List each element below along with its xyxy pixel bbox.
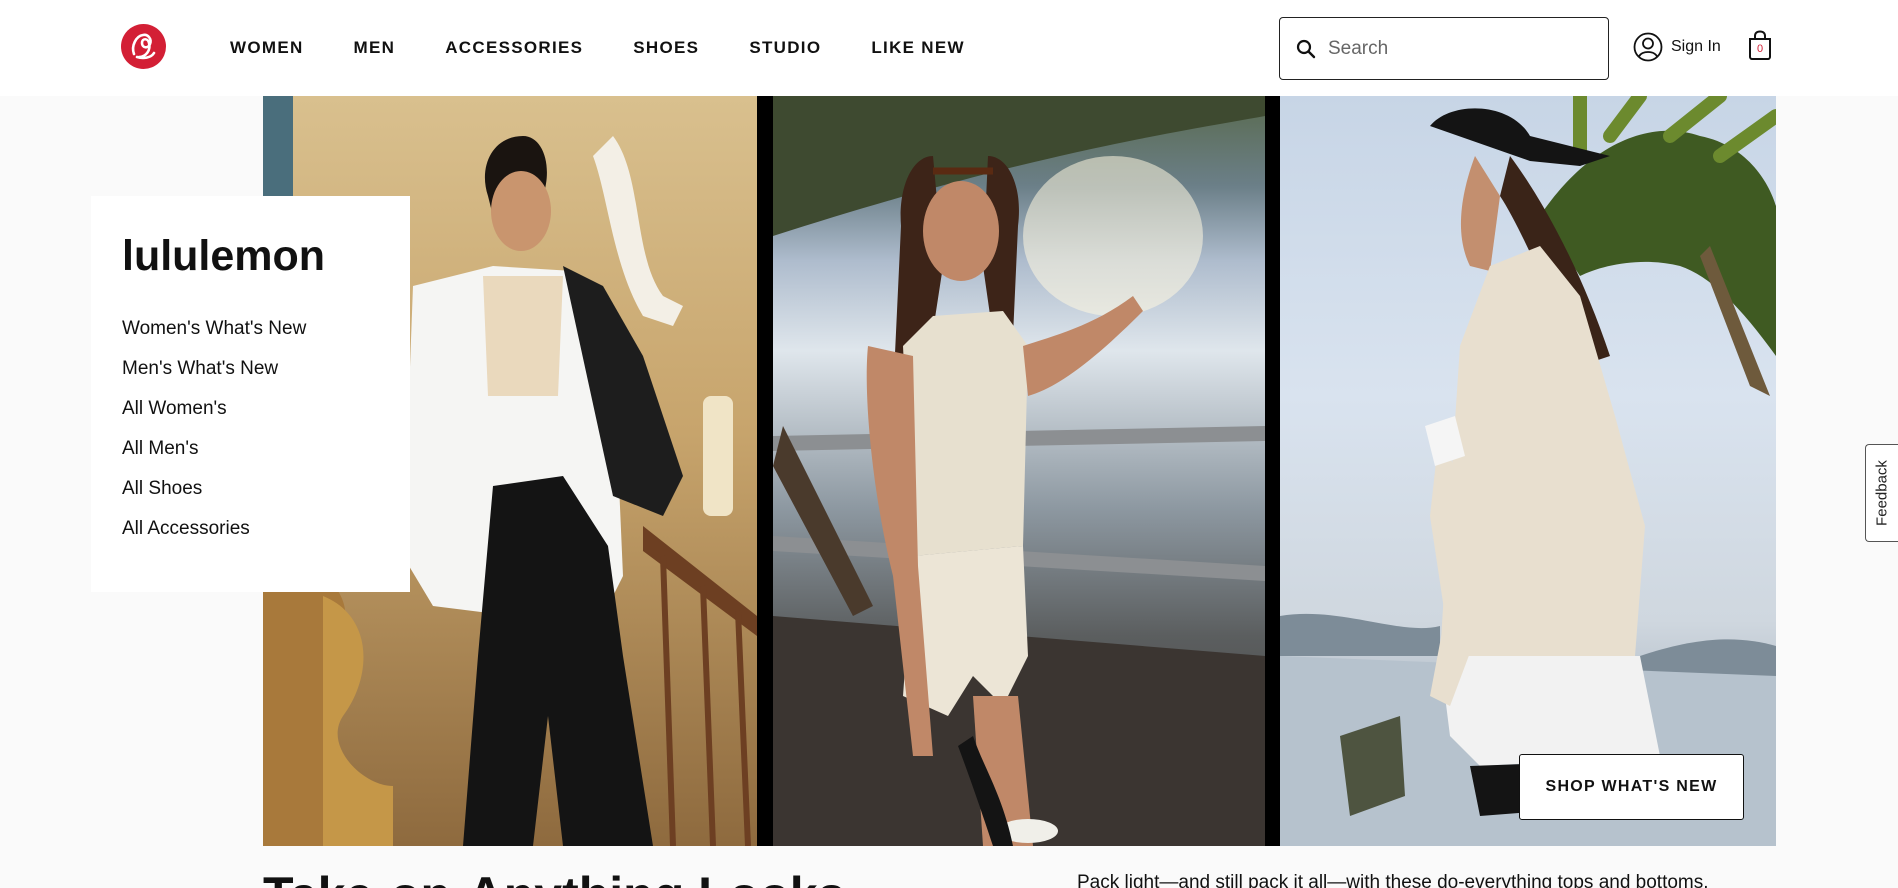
link-mens-whats-new[interactable]: Men's What's New	[122, 349, 306, 389]
cart-count: 0	[1756, 43, 1764, 55]
feedback-tab[interactable]: Feedback	[1865, 444, 1898, 542]
nav-studio[interactable]: STUDIO	[749, 38, 821, 60]
nav-shoes[interactable]: SHOES	[633, 38, 699, 60]
lululemon-logo-icon[interactable]	[121, 24, 166, 69]
nav-women[interactable]: WOMEN	[230, 38, 304, 60]
link-all-shoes[interactable]: All Shoes	[122, 469, 306, 509]
shopping-bag-button[interactable]: 0	[1747, 30, 1773, 65]
section-headline: Take-on-Anything Looks	[263, 866, 845, 888]
link-all-accessories[interactable]: All Accessories	[122, 509, 306, 549]
user-icon	[1633, 32, 1663, 62]
category-card: lululemon Women's What's New Men's What'…	[91, 196, 410, 592]
sign-in-button[interactable]: Sign In	[1633, 32, 1721, 62]
section-subcopy: Pack light—and still pack it all—with th…	[1077, 872, 1709, 888]
sign-in-label: Sign In	[1671, 38, 1721, 55]
category-links: Women's What's New Men's What's New All …	[122, 309, 306, 549]
link-womens-whats-new[interactable]: Women's What's New	[122, 309, 306, 349]
link-all-mens[interactable]: All Men's	[122, 429, 306, 469]
nav-men[interactable]: MEN	[354, 38, 396, 60]
search-input[interactable]	[1328, 30, 1588, 68]
feedback-label: Feedback	[1873, 460, 1891, 526]
hero-image-right	[1280, 96, 1776, 846]
nav-like-new[interactable]: LIKE NEW	[871, 38, 965, 60]
site-header: WOMEN MEN ACCESSORIES SHOES STUDIO LIKE …	[0, 0, 1898, 96]
main-nav: WOMEN MEN ACCESSORIES SHOES STUDIO LIKE …	[230, 38, 1015, 60]
link-all-womens[interactable]: All Women's	[122, 389, 306, 429]
search-icon	[1296, 39, 1316, 59]
hero-image-center	[772, 96, 1265, 846]
hero-banner	[263, 96, 1776, 846]
nav-accessories[interactable]: ACCESSORIES	[445, 38, 583, 60]
search-box[interactable]	[1279, 17, 1609, 80]
shop-whats-new-button[interactable]: SHOP WHAT'S NEW	[1519, 754, 1744, 820]
card-brand-title: lululemon	[122, 232, 326, 280]
